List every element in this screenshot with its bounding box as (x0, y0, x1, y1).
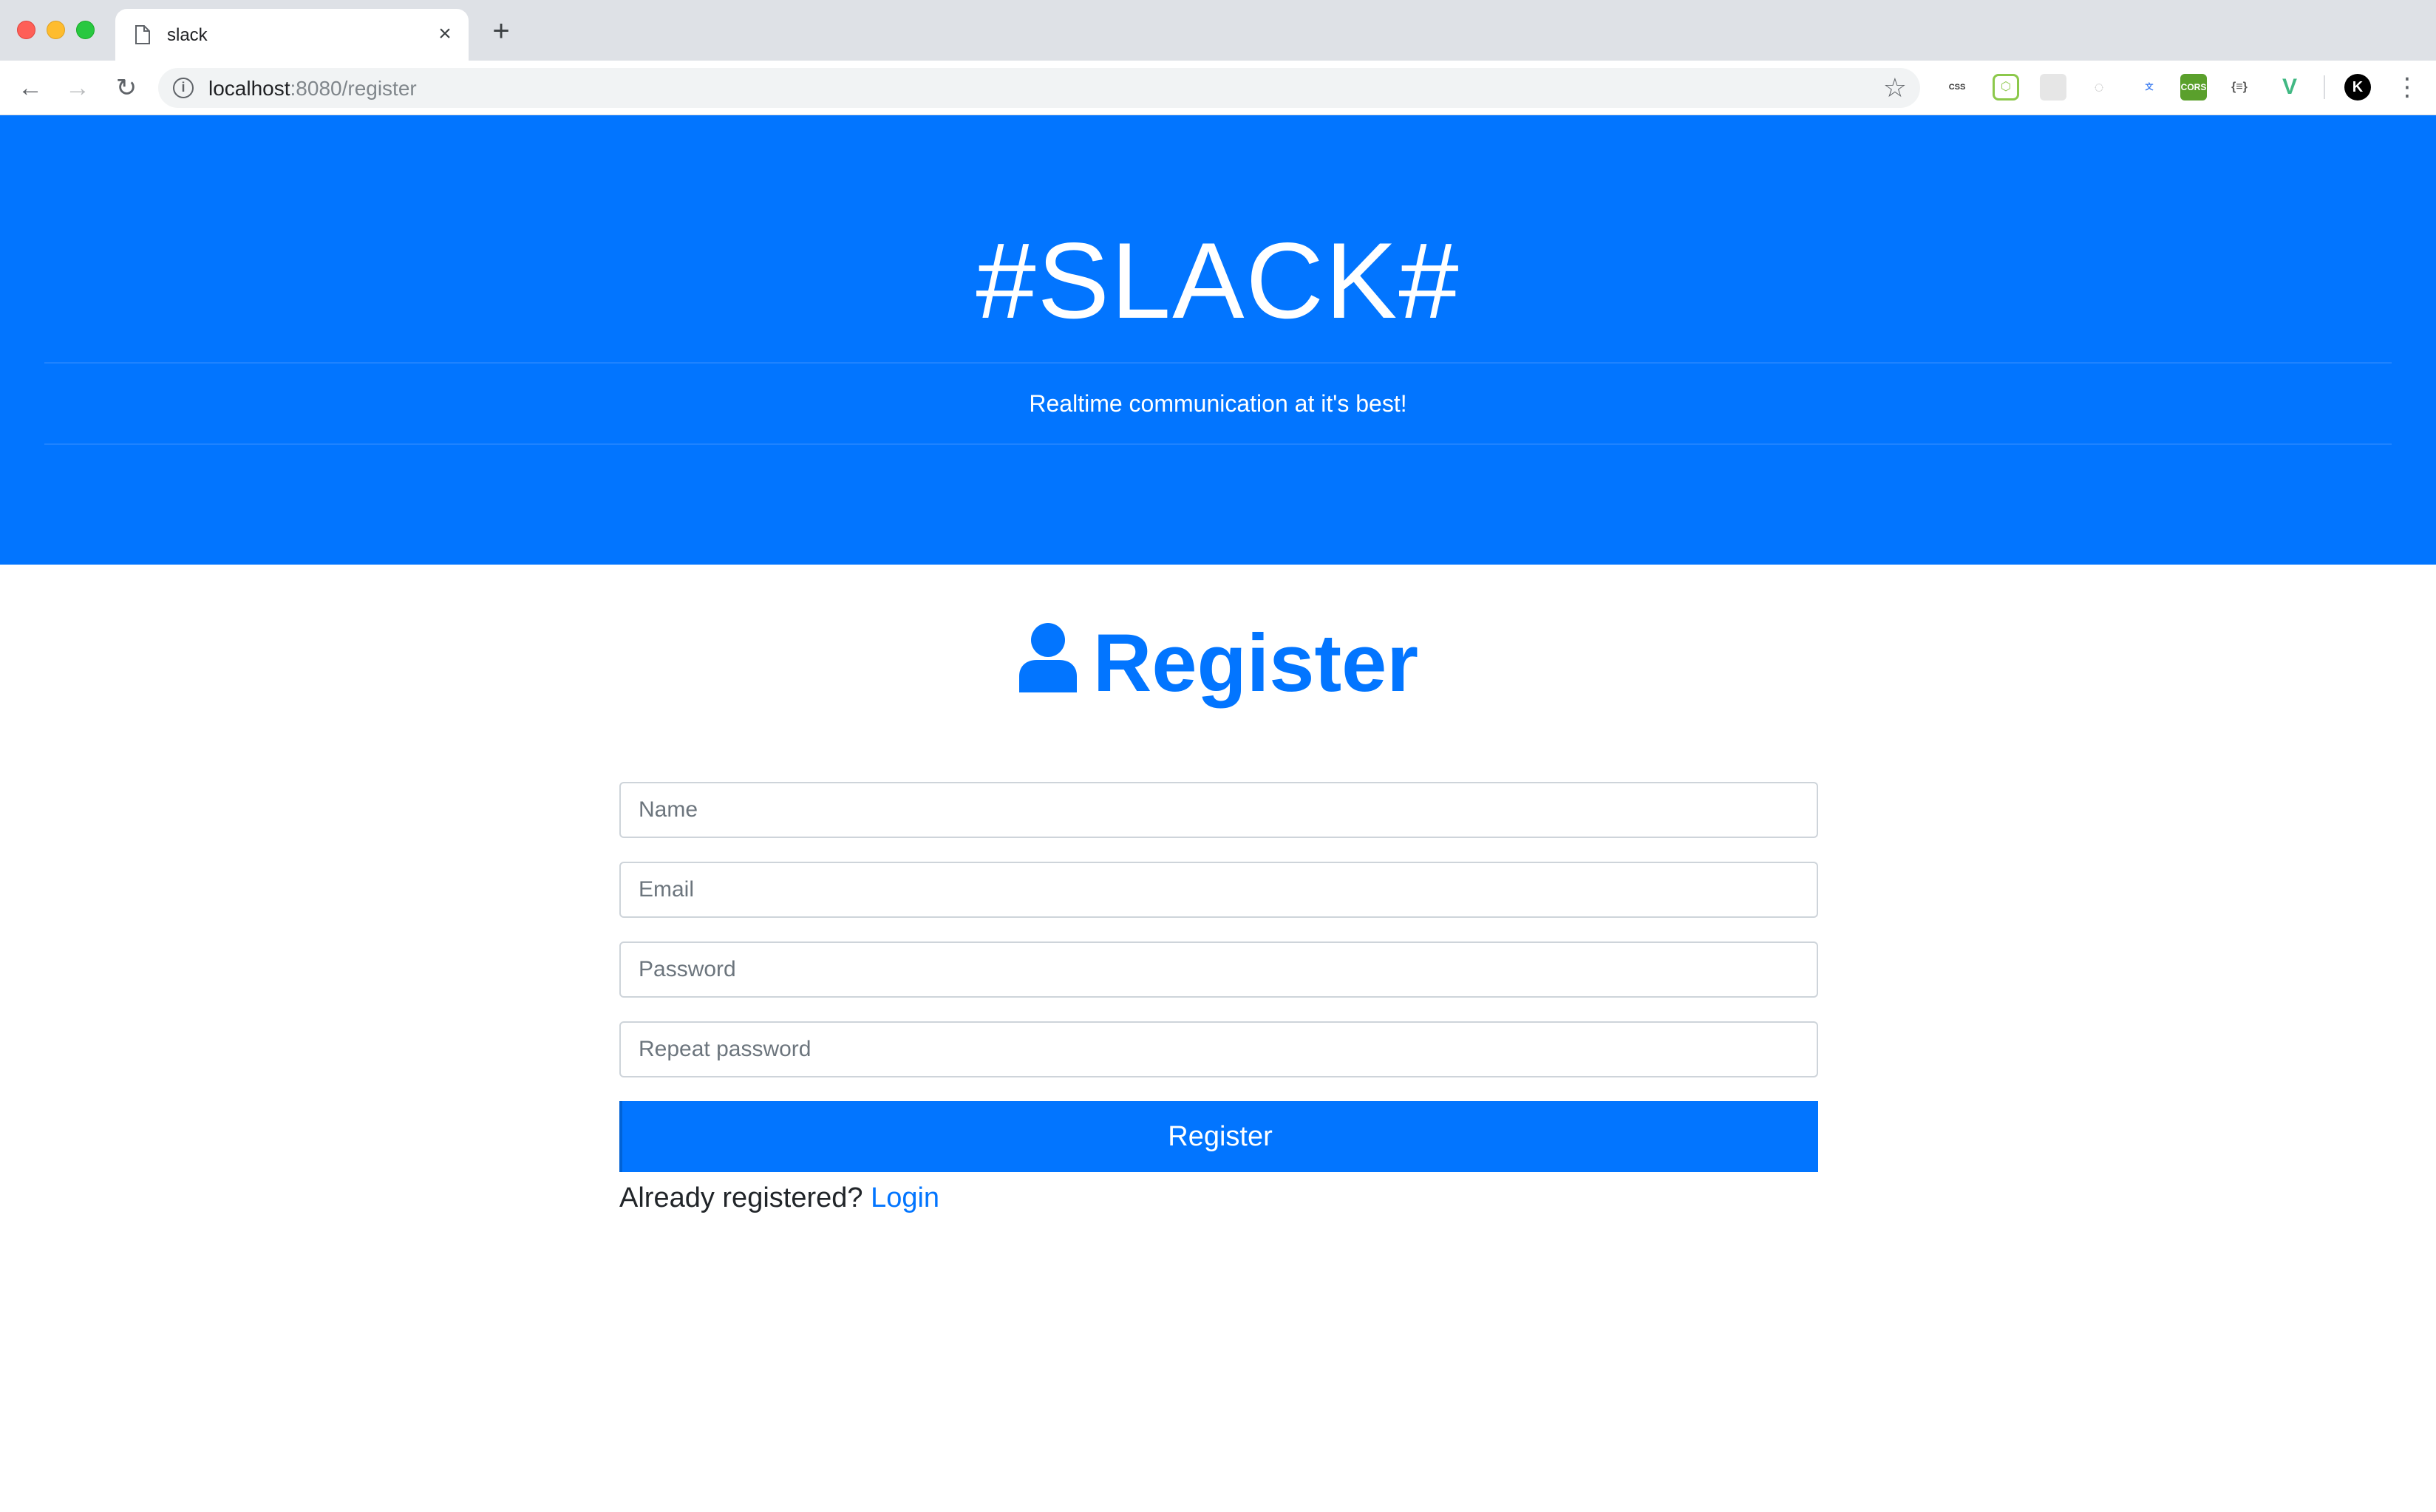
vue-devtools-icon[interactable]: V (2276, 74, 2303, 101)
address-bar[interactable]: i localhost:8080/register ☆ (158, 68, 1920, 108)
name-input[interactable] (619, 782, 1818, 838)
browser-tab[interactable]: slack × (115, 9, 469, 61)
document-icon (135, 25, 151, 48)
hero-banner: #SLACK# Realtime communication at it's b… (0, 115, 2436, 565)
tagline: Realtime communication at it's best! (1029, 390, 1407, 417)
new-tab-button[interactable]: + (485, 16, 517, 49)
close-window-button[interactable] (17, 21, 35, 39)
bookmark-star-icon[interactable]: ☆ (1883, 72, 1907, 103)
maximize-window-button[interactable] (76, 21, 95, 39)
back-button[interactable]: ← (13, 71, 47, 105)
cors-icon[interactable]: CORS (2180, 74, 2207, 101)
login-prompt: Already registered? Login (619, 1182, 1818, 1214)
dial-icon[interactable]: ◌ (2086, 74, 2112, 101)
browser-toolbar: ← → ↻ i localhost:8080/register ☆ (0, 61, 2436, 115)
password-input[interactable] (619, 941, 1818, 998)
browser-titlebar: slack × + (0, 0, 2436, 61)
translate-icon[interactable]: 文 (2136, 74, 2163, 101)
register-heading: Register (0, 616, 2436, 716)
toolbar-divider (2324, 75, 2325, 99)
brand-title: #SLACK# (976, 220, 1460, 341)
tab-close-icon[interactable]: × (430, 19, 460, 49)
email-input[interactable] (619, 862, 1818, 918)
register-form: Register Already registered? Login (619, 782, 1818, 1214)
url-host: localhost (208, 77, 290, 100)
url-text[interactable]: localhost:8080/register (208, 77, 417, 101)
already-registered-text: Already registered? (619, 1182, 863, 1213)
divider (44, 443, 2392, 445)
minimize-window-button[interactable] (47, 21, 65, 39)
profile-avatar-icon[interactable]: K (2344, 74, 2371, 101)
tab-title: slack (167, 25, 208, 45)
register-heading-label: Register (1092, 618, 1419, 709)
css-peeper-icon[interactable]: CSS (1944, 74, 1970, 101)
json-icon[interactable]: {≡} (2226, 74, 2253, 101)
url-path: :8080/register (290, 77, 417, 100)
forward-button[interactable]: → (61, 71, 95, 105)
nodejs-icon[interactable]: ⬡ (1993, 74, 2019, 101)
repeat-password-input[interactable] (619, 1021, 1818, 1077)
browser-menu-icon[interactable]: ⋮ (2395, 71, 2420, 103)
info-icon[interactable]: i (173, 78, 194, 98)
register-button[interactable]: Register (619, 1101, 1818, 1172)
reload-button[interactable]: ↻ (109, 71, 143, 105)
divider (44, 362, 2392, 364)
login-link[interactable]: Login (871, 1182, 939, 1213)
user-icon (1018, 618, 1078, 712)
grid-icon[interactable] (2040, 74, 2066, 101)
